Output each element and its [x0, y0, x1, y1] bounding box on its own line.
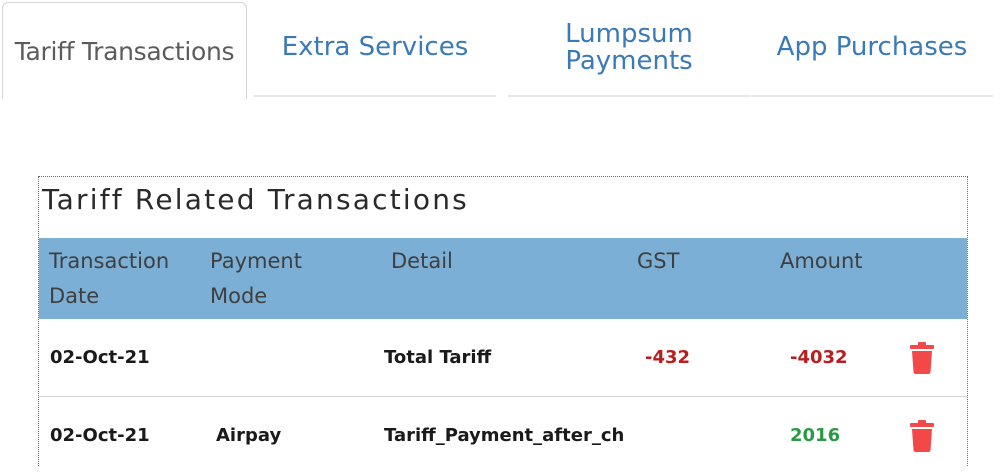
tab-app-purchases[interactable]: App Purchases [751, 0, 993, 97]
panel-title: Tariff Related Transactions [42, 183, 469, 216]
tab-extra-services-label: Extra Services [281, 32, 469, 62]
cell-detail: Tariff_Payment_after_ch [384, 425, 625, 446]
column-header-payment-mode: Payment Mode [210, 249, 302, 308]
column-header-transaction-date: Transaction Date [49, 249, 170, 308]
cell-payment-mode: Airpay [216, 425, 282, 446]
cell-transaction-date: 02-Oct-21 [50, 347, 150, 368]
tariff-transactions-panel: Tariff Related Transactions Transaction … [38, 176, 968, 474]
cell-gst: -432 [645, 347, 691, 368]
cell-amount: -4032 [790, 347, 848, 368]
trash-icon[interactable] [910, 342, 934, 374]
table-row: 02-Oct-21 Total Tariff -432 -4032 [39, 319, 967, 397]
tab-tariff-transactions-label: Tariff Transactions [14, 36, 235, 66]
table-header: Transaction Date Payment Mode Detail GST… [39, 238, 967, 319]
tab-lumpsum-payments-label: Lumpsum Payments [565, 18, 693, 76]
table-row: 02-Oct-21 Airpay Tariff_Payment_after_ch… [39, 397, 967, 474]
column-header-detail: Detail [391, 249, 453, 273]
tab-extra-services[interactable]: Extra Services [254, 0, 496, 97]
cell-detail: Total Tariff [384, 347, 492, 368]
cell-transaction-date: 02-Oct-21 [50, 425, 150, 446]
column-header-gst: GST [637, 249, 680, 273]
trash-icon[interactable] [910, 420, 934, 452]
tab-lumpsum-payments[interactable]: Lumpsum Payments [508, 0, 750, 97]
cell-amount: 2016 [790, 425, 841, 446]
tab-app-purchases-label: App Purchases [776, 32, 968, 62]
tab-bar: Tariff Transactions Extra Services Lumps… [0, 0, 1000, 100]
column-header-amount: Amount [780, 249, 863, 273]
tab-tariff-transactions[interactable]: Tariff Transactions [2, 2, 247, 99]
